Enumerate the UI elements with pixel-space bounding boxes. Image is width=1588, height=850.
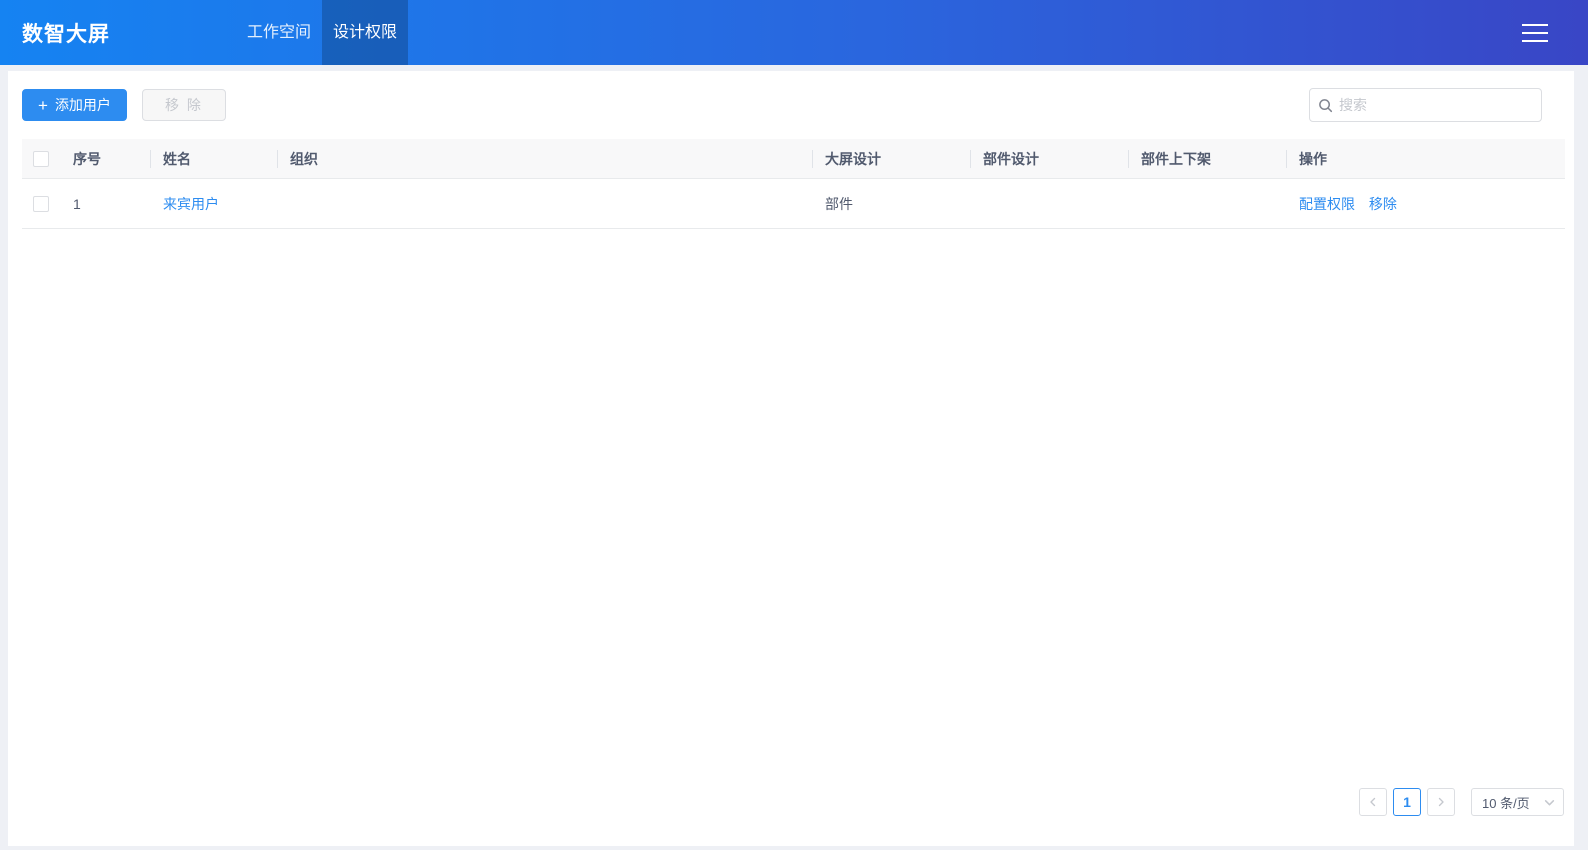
add-user-label: 添加用户 — [54, 97, 111, 113]
table-row: 1 来宾用户 部件 配置权限 移除 — [22, 179, 1565, 229]
page-size-label: 10 条/页 — [1482, 795, 1530, 811]
app-title: 数智大屏 — [22, 22, 110, 46]
remove-row-link[interactable]: 移除 — [1369, 196, 1397, 212]
app-header: 数智大屏 工作空间 设计权限 — [0, 0, 1588, 65]
tab-workspace[interactable]: 工作空间 — [236, 0, 322, 65]
row-select-cell — [22, 195, 60, 212]
row-screen-design: 部件 — [825, 195, 853, 212]
column-header-name: 姓名 — [150, 149, 277, 169]
content-card: + 添加用户 移 除 序号 姓名 组织 大屏设计 部件设计 部件上下架 操作 — [8, 71, 1574, 846]
page-size-select[interactable]: 10 条/页 — [1471, 788, 1564, 816]
configure-permissions-link[interactable]: 配置权限 — [1299, 196, 1355, 212]
chevron-right-icon — [1438, 797, 1444, 807]
user-name-link[interactable]: 来宾用户 — [163, 196, 219, 212]
next-page-button[interactable] — [1427, 788, 1455, 816]
permissions-table: 序号 姓名 组织 大屏设计 部件设计 部件上下架 操作 1 来宾用户 部件 配置… — [22, 139, 1565, 229]
row-actions: 配置权限 移除 — [1286, 194, 1565, 214]
toolbar: + 添加用户 移 除 — [8, 71, 1574, 139]
remove-button[interactable]: 移 除 — [141, 89, 226, 121]
search-box — [1309, 88, 1542, 122]
column-header-org: 组织 — [277, 149, 812, 169]
search-icon — [1319, 98, 1333, 112]
nav-tabs: 工作空间 设计权限 — [236, 0, 409, 65]
column-header-actions: 操作 — [1286, 149, 1565, 169]
select-all-cell — [22, 150, 60, 167]
add-user-button[interactable]: + 添加用户 — [22, 89, 127, 121]
table-header-row: 序号 姓名 组织 大屏设计 部件设计 部件上下架 操作 — [22, 139, 1565, 179]
search-input[interactable] — [1339, 97, 1533, 113]
hamburger-menu-icon[interactable] — [1522, 18, 1548, 48]
column-header-component-design: 部件设计 — [970, 149, 1128, 169]
column-header-screen-design: 大屏设计 — [812, 149, 970, 169]
row-name-cell: 来宾用户 — [150, 194, 277, 214]
select-all-checkbox[interactable] — [33, 150, 49, 167]
column-header-index: 序号 — [73, 150, 101, 167]
page-number-1[interactable]: 1 — [1393, 788, 1421, 816]
chevron-left-icon — [1370, 797, 1376, 807]
prev-page-button[interactable] — [1359, 788, 1387, 816]
row-checkbox[interactable] — [33, 195, 49, 212]
pagination: 1 10 条/页 — [1353, 788, 1564, 816]
tab-design-permissions[interactable]: 设计权限 — [322, 0, 409, 65]
chevron-down-icon — [1544, 799, 1555, 805]
plus-icon: + — [38, 95, 48, 115]
row-index: 1 — [73, 195, 81, 212]
column-header-component-shelf: 部件上下架 — [1128, 149, 1286, 169]
